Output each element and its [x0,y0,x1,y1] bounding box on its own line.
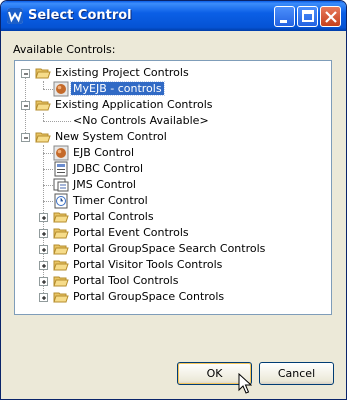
tree-item-no-controls[interactable]: <No Controls Available> [15,113,331,129]
tree-item-label: Portal Controls [73,210,154,223]
tree-item-timer-control[interactable]: Timer Control [15,193,331,209]
available-controls-label: Available Controls: [13,43,116,56]
folder-open-icon [35,97,51,113]
expand-toggle-icon[interactable] [39,293,48,302]
message-icon [53,177,69,193]
folder-open-icon [53,241,69,257]
tree-item-ejb-control[interactable]: EJB Control [15,145,331,161]
tree-item-portal-event-controls[interactable]: Portal Event Controls [15,225,331,241]
timer-icon [53,193,69,209]
tree-item-portal-groupspace-search-controls[interactable]: Portal GroupSpace Search Controls [15,241,331,257]
window-title: Select Control [28,8,132,23]
tree-item-portal-tool-controls[interactable]: Portal Tool Controls [15,273,331,289]
tree-item-label: New System Control [55,130,167,143]
tree-item-label: <No Controls Available> [73,114,209,127]
cancel-button[interactable]: Cancel [259,362,334,385]
tree-item-label: Existing Application Controls [55,98,213,111]
tree-item-label-selected: MyEJB - controls [70,81,165,96]
tree-item-portal-controls[interactable]: Portal Controls [15,209,331,225]
expand-toggle-icon[interactable] [39,213,48,222]
expand-toggle-icon[interactable] [39,277,48,286]
tree-item-label: EJB Control [73,146,134,159]
expand-toggle-icon[interactable] [39,245,48,254]
tree-item-jdbc-control[interactable]: JDBC Control [15,161,331,177]
tree-item-label: Timer Control [73,194,148,207]
expand-toggle-icon[interactable] [39,229,48,238]
expand-toggle-icon[interactable] [39,261,48,270]
folder-open-icon [53,225,69,241]
minimize-button[interactable] [274,6,295,27]
tree-item-label: Portal Event Controls [73,226,189,239]
tree-item-portal-visitor-tools-controls[interactable]: Portal Visitor Tools Controls [15,257,331,273]
folder-open-icon [53,209,69,225]
tree-item-existing-application-controls[interactable]: Existing Application Controls [15,97,331,113]
tree-item-label: JDBC Control [73,162,144,175]
folder-open-icon [35,65,51,81]
tree-item-myejb-controls[interactable]: MyEJB - controls [15,81,331,97]
mouse-pointer-icon [238,372,253,398]
tree-item-label: Portal GroupSpace Controls [73,290,225,303]
tree-item-label: Portal GroupSpace Search Controls [73,242,266,255]
tree-item-portal-groupspace-controls[interactable]: Portal GroupSpace Controls [15,289,331,305]
maximize-button[interactable] [297,6,318,27]
folder-open-icon [53,289,69,305]
folder-open-icon [53,273,69,289]
tree-item-existing-project-controls[interactable]: Existing Project Controls [15,65,331,81]
close-button[interactable] [320,6,341,27]
tree-item-label: Portal Visitor Tools Controls [73,258,223,271]
controls-tree[interactable]: Existing Project Controls MyEJB - contro… [14,60,332,315]
weblogic-w-icon [7,8,23,24]
tree-item-new-system-control[interactable]: New System Control [15,129,331,145]
collapse-toggle-icon[interactable] [21,69,30,78]
select-control-dialog: Select Control Available Controls: Exist… [0,0,347,400]
collapse-toggle-icon[interactable] [21,133,30,142]
ejb-bean-icon [53,145,69,161]
tree-item-jms-control[interactable]: JMS Control [15,177,331,193]
tree-item-label: Portal Tool Controls [73,274,179,287]
folder-open-icon [35,129,51,145]
ejb-bean-icon [53,81,69,97]
collapse-toggle-icon[interactable] [21,101,30,110]
database-icon [53,161,69,177]
title-bar[interactable]: Select Control [1,1,346,31]
tree-item-label: Existing Project Controls [55,66,189,79]
folder-open-icon [53,257,69,273]
tree-item-label: JMS Control [73,178,136,191]
